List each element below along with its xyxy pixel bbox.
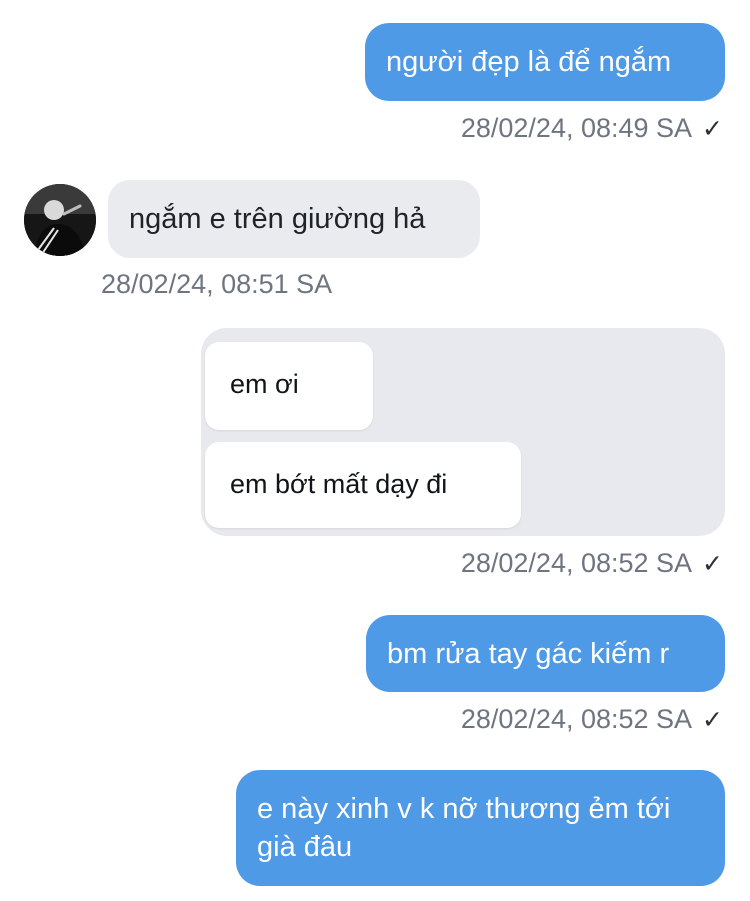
sent-check-icon: ✓ xyxy=(702,115,723,143)
image-chat-bubble: em bớt mất dạy đi xyxy=(205,442,521,528)
avatar[interactable] xyxy=(24,184,96,256)
sent-check-icon: ✓ xyxy=(702,550,723,578)
message-meta: 28/02/24, 08:51 SA xyxy=(101,268,332,300)
image-message[interactable]: em ơi em bớt mất dạy đi xyxy=(201,328,725,536)
outgoing-message-bubble[interactable]: người đẹp là để ngắm xyxy=(365,23,725,101)
message-timestamp: 28/02/24, 08:52 SA xyxy=(460,548,693,578)
message-meta: 28/02/24, 08:52 SA ✓ xyxy=(461,547,723,580)
message-text: người đẹp là để ngắm xyxy=(386,46,672,78)
message-timestamp: 28/02/24, 08:51 SA xyxy=(101,269,333,299)
outgoing-message-bubble[interactable]: e này xinh v k nỡ thương ẻm tới già đâu xyxy=(236,770,725,886)
message-text: bm rửa tay gác kiếm r xyxy=(387,638,670,670)
message-text: e này xinh v k nỡ thương ẻm tới già đâu xyxy=(257,793,671,863)
message-meta: 28/02/24, 08:49 SA ✓ xyxy=(461,112,723,145)
image-chat-bubble: em ơi xyxy=(205,342,373,430)
user-avatar-icon xyxy=(24,184,96,256)
sent-check-icon: ✓ xyxy=(702,706,723,734)
image-bubble-text: em ơi xyxy=(230,369,299,399)
image-bubble-text: em bớt mất dạy đi xyxy=(230,469,448,499)
incoming-message-bubble[interactable]: ngắm e trên giường hả xyxy=(108,180,480,258)
message-timestamp: 28/02/24, 08:52 SA xyxy=(460,704,693,734)
message-meta: 28/02/24, 08:52 SA ✓ xyxy=(461,703,723,736)
message-timestamp: 28/02/24, 08:49 SA xyxy=(460,113,693,143)
outgoing-message-bubble[interactable]: bm rửa tay gác kiếm r xyxy=(366,615,725,692)
message-text: ngắm e trên giường hả xyxy=(129,203,426,235)
